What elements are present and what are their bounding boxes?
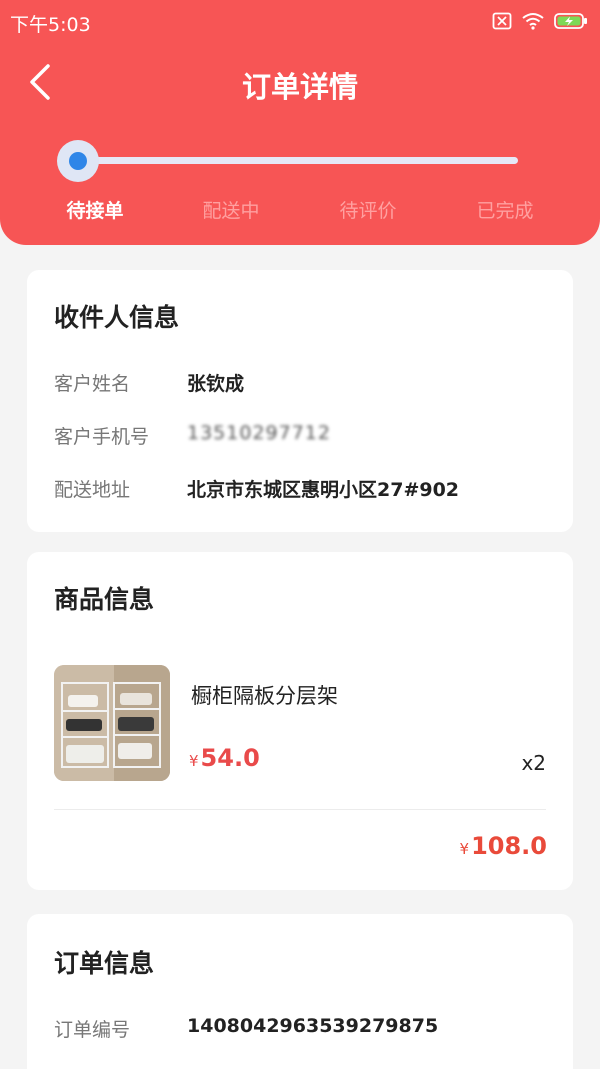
status-bar: 下午5:03: [0, 0, 600, 40]
order-progress-steps: 待接单 配送中 待评价 已完成: [27, 196, 573, 224]
wifi-icon: [522, 12, 544, 30]
order-number-value[interactable]: 1408042963539279875: [187, 1015, 438, 1037]
page-title: 订单详情: [241, 70, 358, 104]
product-card: 商品信息 橱柜隔板分层架 ¥54.0 x2 ¥108.0: [27, 552, 573, 890]
customer-name-label: 客户姓名: [54, 373, 131, 395]
step-pending-review: 待评价: [339, 200, 397, 222]
product-quantity: x2: [521, 751, 546, 775]
recipient-title: 收件人信息: [54, 303, 180, 332]
order-progress-track: [80, 157, 518, 164]
order-total: ¥108.0: [460, 832, 547, 860]
status-icons: [492, 10, 588, 32]
product-image[interactable]: [54, 665, 170, 781]
delivery-address-label: 配送地址: [54, 479, 131, 501]
order-info-card: 订单信息 订单编号 1408042963539279875: [27, 914, 573, 1069]
divider: [54, 809, 546, 810]
header: 下午5:03 订单详情 待接单 配送中 待评价 已完成: [0, 0, 600, 245]
order-total-value: 108.0: [471, 832, 547, 860]
step-completed: 已完成: [476, 200, 534, 222]
step-pending-accept: 待接单: [66, 200, 124, 222]
currency-symbol: ¥: [459, 840, 470, 858]
product-price-value: 54.0: [200, 744, 260, 772]
customer-name-value: 张钦成: [187, 373, 245, 395]
product-unit-price: ¥54.0: [189, 744, 260, 772]
step-delivering: 配送中: [202, 200, 260, 222]
product-name[interactable]: 橱柜隔板分层架: [191, 680, 338, 710]
customer-phone-value[interactable]: 13510297712: [187, 422, 331, 444]
sim-card-icon: [492, 12, 512, 30]
order-info-title: 订单信息: [54, 949, 155, 978]
order-detail-page: 下午5:03 订单详情 待接单 配送中 待评价 已完成 收件人信息 客户姓名 张…: [0, 0, 600, 1069]
currency-symbol: ¥: [189, 752, 199, 770]
customer-phone-label: 客户手机号: [54, 426, 150, 448]
order-progress-indicator: [57, 140, 99, 182]
product-title: 商品信息: [54, 585, 155, 614]
progress-dot: [69, 152, 87, 170]
battery-charging-icon: [554, 12, 588, 30]
status-time: 下午5:03: [10, 14, 91, 36]
delivery-address-value: 北京市东城区惠明小区27#902: [187, 479, 460, 501]
recipient-card: 收件人信息 客户姓名 张钦成 客户手机号 13510297712 配送地址 北京…: [27, 270, 573, 532]
order-number-label: 订单编号: [54, 1019, 131, 1041]
